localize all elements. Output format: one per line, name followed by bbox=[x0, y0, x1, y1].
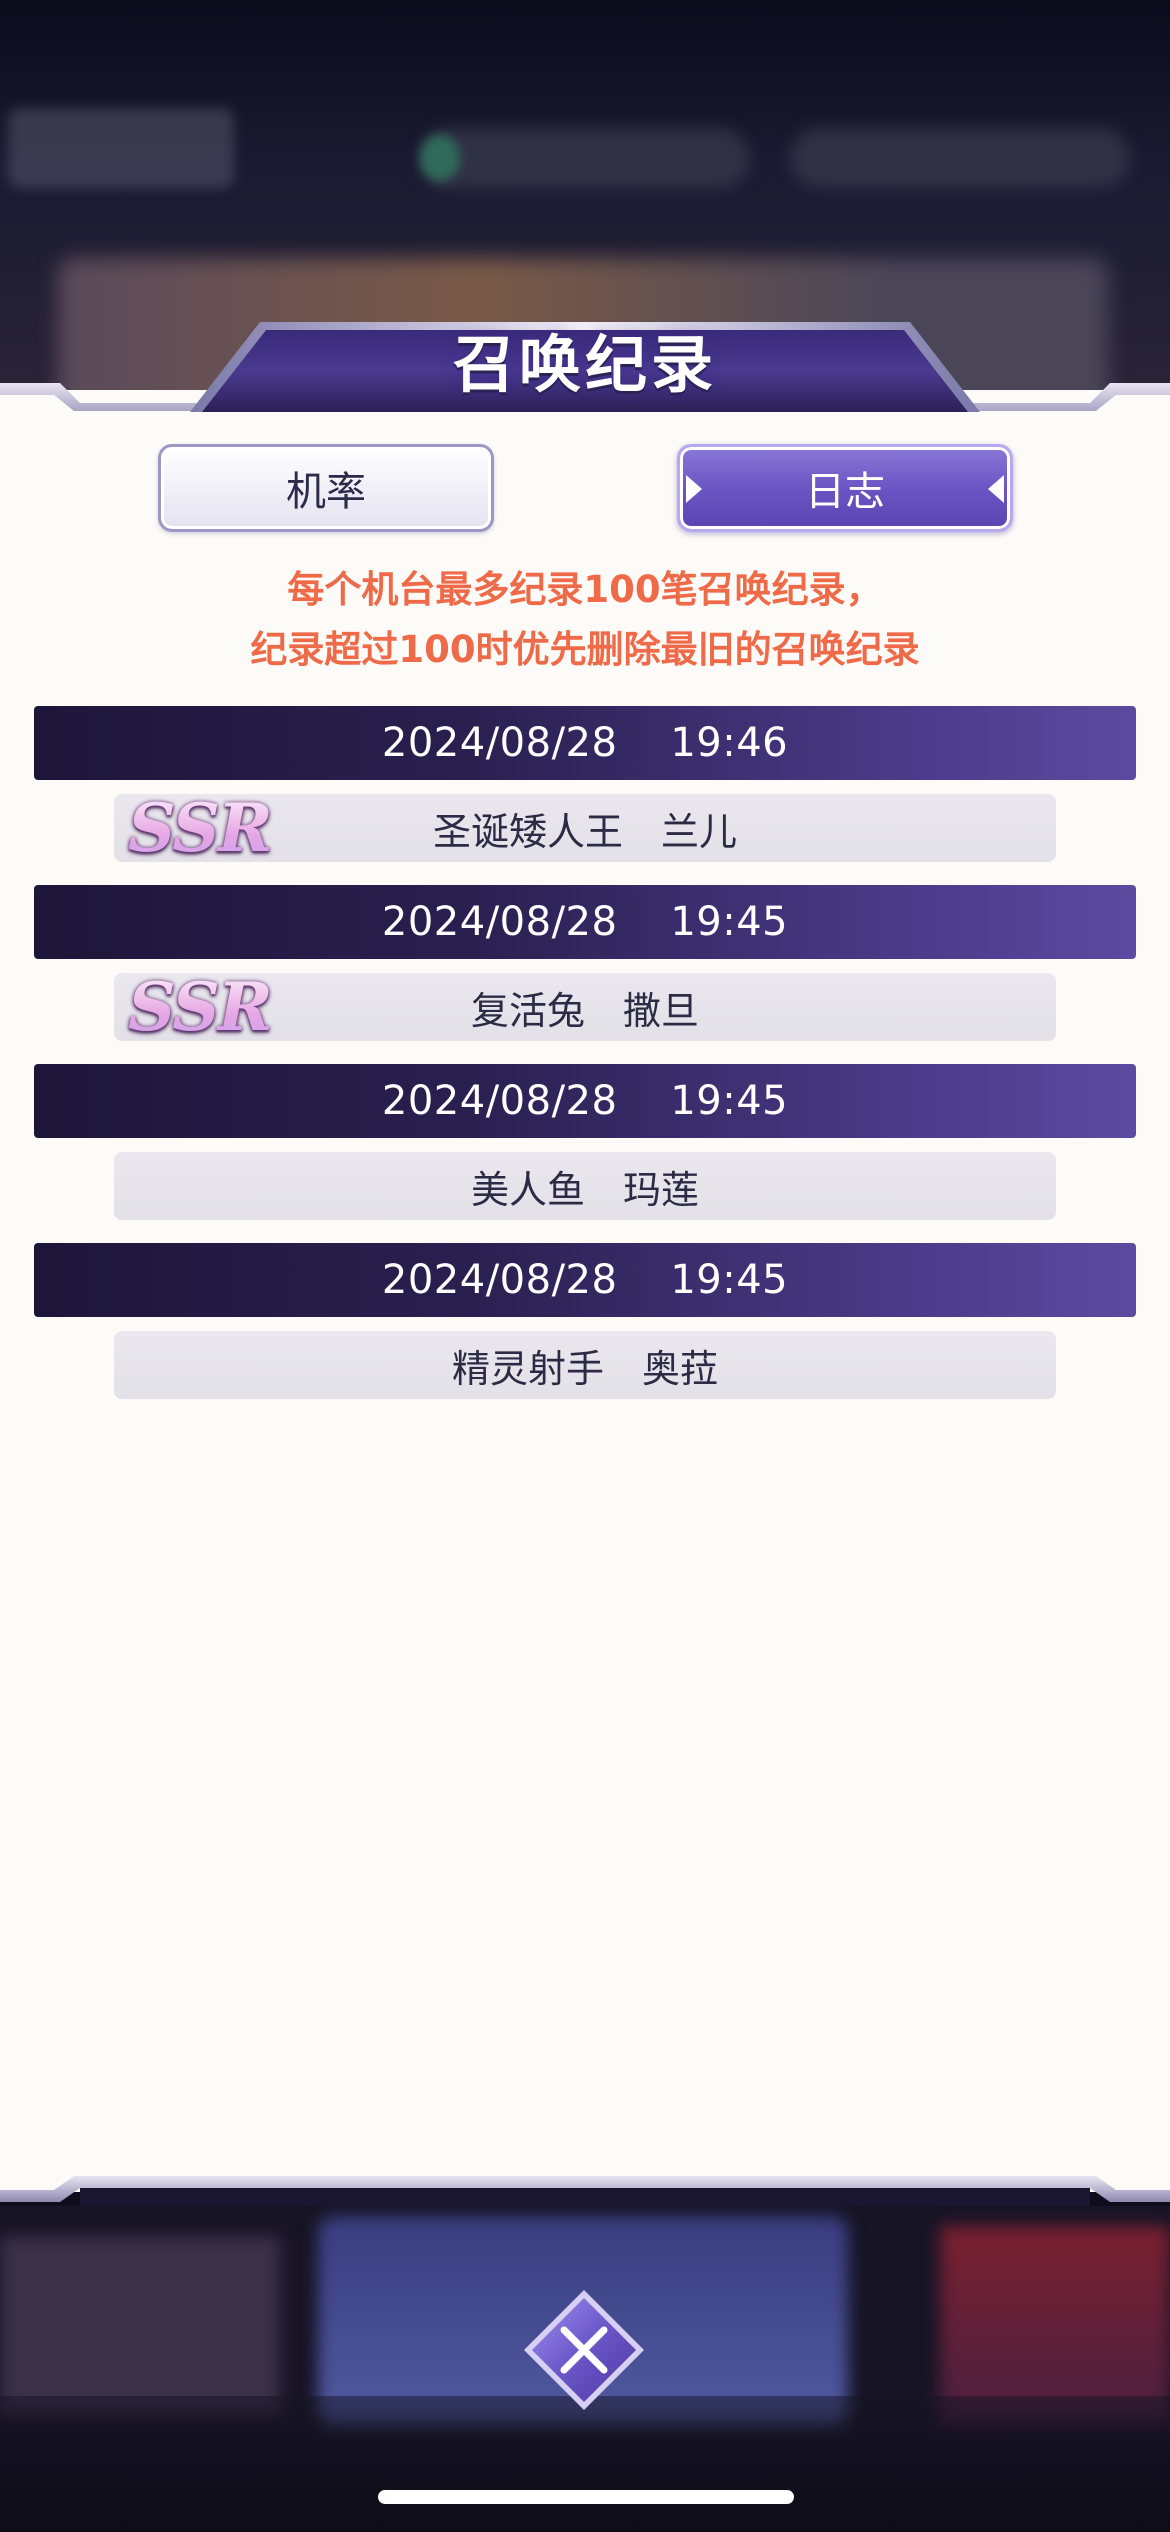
ssr-rarity-badge: SSR bbox=[128, 968, 273, 1046]
tab-probability-label: 机率 bbox=[286, 469, 366, 515]
ssr-rarity-badge: SSR bbox=[128, 789, 273, 867]
record-time: 19:45 bbox=[670, 1078, 789, 1124]
tab-log[interactable]: 日志 bbox=[677, 444, 1013, 532]
record-character-name: 圣诞矮人王 兰儿 bbox=[432, 809, 737, 854]
record-date-bar: 2024/08/28 19:46 bbox=[34, 706, 1136, 780]
close-button[interactable] bbox=[522, 2288, 646, 2412]
notice-line-1: 每个机台最多纪录100笔召唤纪录， bbox=[287, 568, 883, 611]
background-card-left bbox=[0, 2236, 280, 2416]
tab-arrow-right-icon bbox=[988, 475, 1004, 503]
tab-probability[interactable]: 机率 bbox=[158, 444, 494, 532]
record-limit-notice: 每个机台最多纪录100笔召唤纪录， 纪录超过100时优先删除最旧的召唤纪录 bbox=[0, 560, 1170, 680]
record-list[interactable]: 2024/08/28 19:46 SSR 圣诞矮人王 兰儿 2024/08/28… bbox=[34, 706, 1136, 1422]
record-character-name: 美人鱼 玛莲 bbox=[470, 1167, 699, 1212]
record-date-bar: 2024/08/28 19:45 bbox=[34, 885, 1136, 959]
panel-bottom-frame bbox=[0, 2172, 1170, 2206]
record-date: 2024/08/28 bbox=[381, 899, 618, 945]
record-date: 2024/08/28 bbox=[381, 720, 618, 766]
record-date: 2024/08/28 bbox=[381, 1078, 618, 1124]
tab-arrow-left-icon bbox=[686, 475, 702, 503]
record-entry: 2024/08/28 19:45 美人鱼 玛莲 bbox=[34, 1064, 1136, 1243]
background-back-button bbox=[8, 108, 234, 188]
background-currency-bar bbox=[790, 128, 1130, 188]
record-item: 精灵射手 奥菈 bbox=[114, 1331, 1056, 1399]
record-time: 19:45 bbox=[670, 1257, 789, 1303]
notice-line-2: 纪录超过100时优先删除最旧的召唤纪录 bbox=[250, 628, 920, 671]
record-item: 美人鱼 玛莲 bbox=[114, 1152, 1056, 1220]
record-date-bar: 2024/08/28 19:45 bbox=[34, 1243, 1136, 1317]
background-gem-icon bbox=[420, 135, 460, 181]
tab-log-label: 日志 bbox=[805, 469, 885, 515]
record-item: SSR 圣诞矮人王 兰儿 bbox=[114, 789, 1056, 867]
record-character-name: 复活兔 撒旦 bbox=[470, 988, 699, 1033]
record-entry: 2024/08/28 19:46 SSR 圣诞矮人王 兰儿 bbox=[34, 706, 1136, 885]
background-fade bbox=[0, 2396, 1170, 2532]
record-item: SSR 复活兔 撒旦 bbox=[114, 968, 1056, 1046]
record-date: 2024/08/28 bbox=[381, 1257, 618, 1303]
record-date-bar: 2024/08/28 19:45 bbox=[34, 1064, 1136, 1138]
background-currency-bar bbox=[420, 128, 750, 188]
record-time: 19:46 bbox=[670, 720, 789, 766]
record-entry: 2024/08/28 19:45 SSR 复活兔 撒旦 bbox=[34, 885, 1136, 1064]
page-title: 召唤纪录 bbox=[452, 328, 717, 401]
home-indicator[interactable] bbox=[378, 2490, 794, 2504]
record-entry: 2024/08/28 19:45 精灵射手 奥菈 bbox=[34, 1243, 1136, 1422]
record-time: 19:45 bbox=[670, 899, 789, 945]
record-character-name: 精灵射手 奥菈 bbox=[451, 1346, 718, 1391]
